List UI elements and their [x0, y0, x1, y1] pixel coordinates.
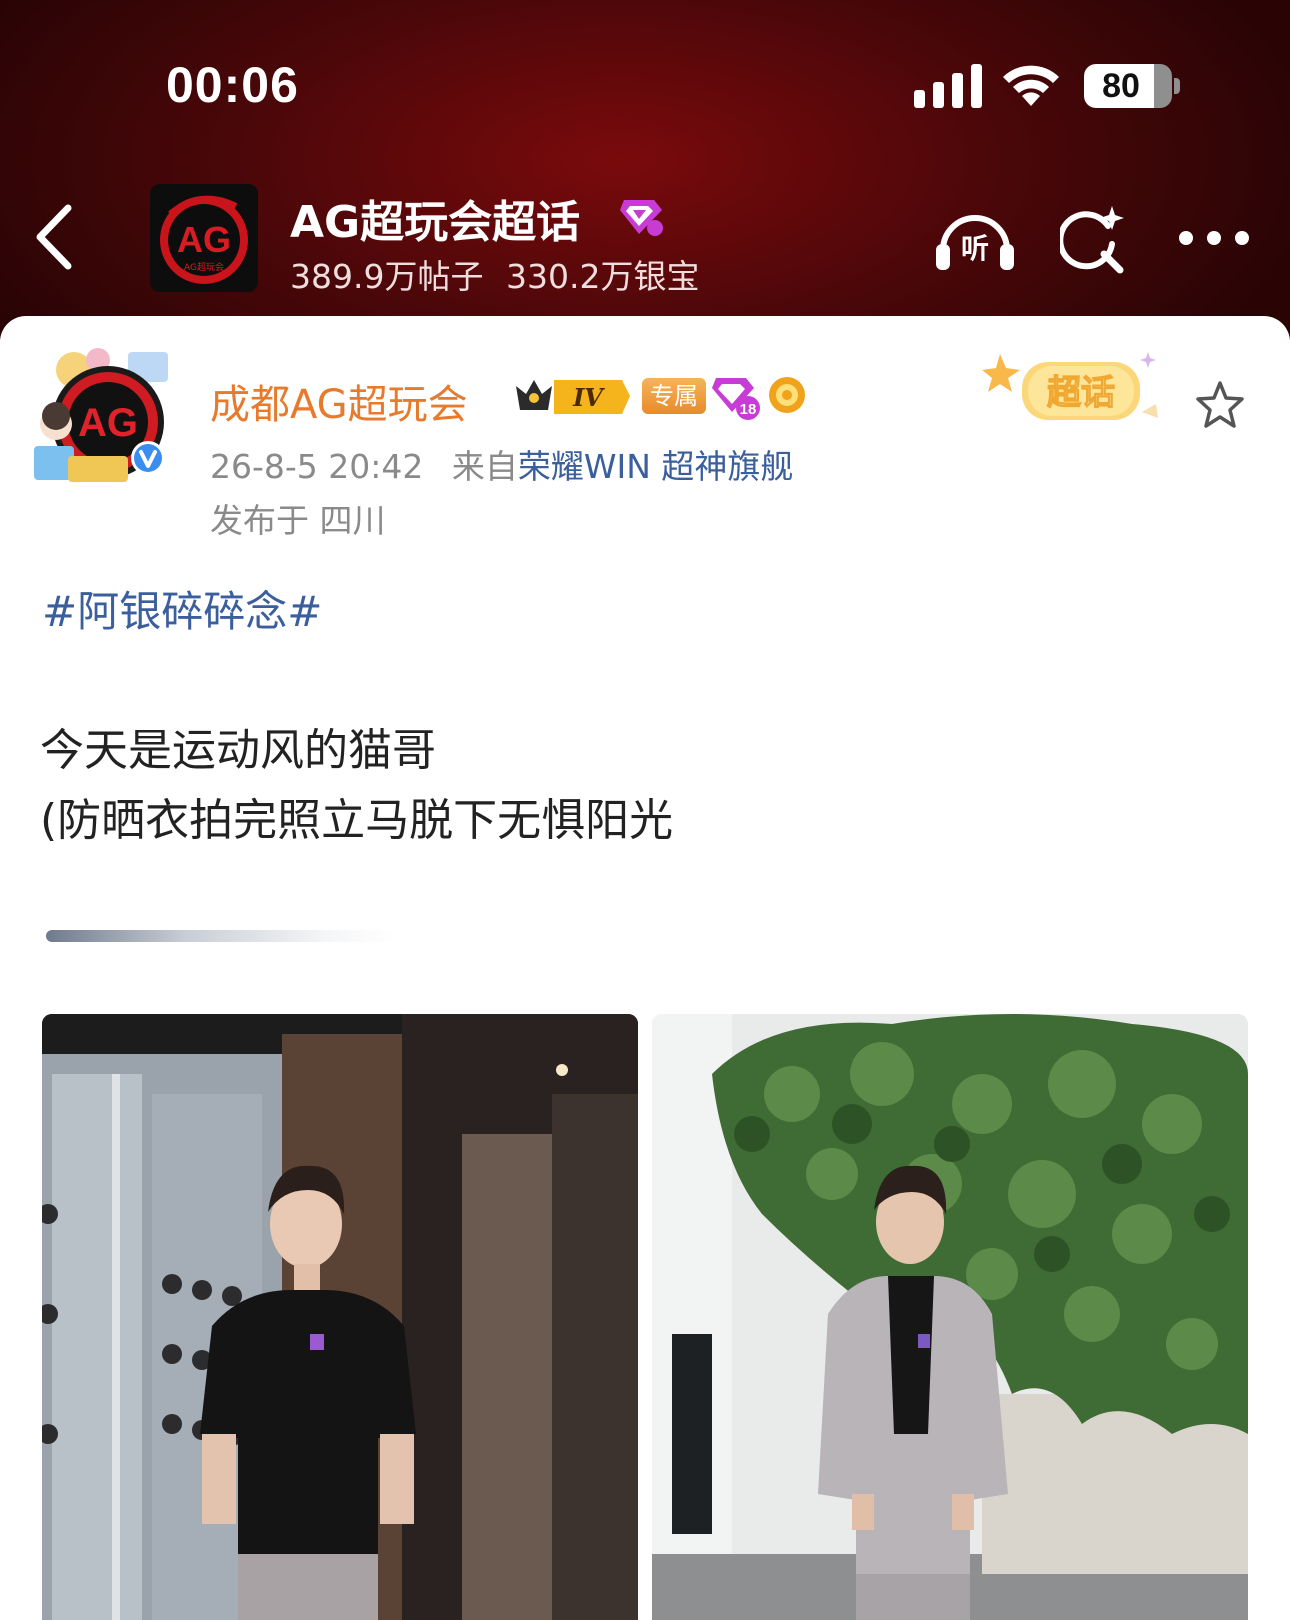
post-image-1[interactable] — [42, 1014, 638, 1620]
star-icon[interactable] — [1194, 380, 1246, 430]
listen-button[interactable]: 听 — [934, 206, 1016, 272]
svg-text:AG: AG — [78, 401, 138, 445]
cellular-signal-icon — [914, 64, 982, 108]
ai-search-icon[interactable] — [1060, 204, 1126, 274]
source-link[interactable]: 荣耀WIN 超神旗舰 — [518, 447, 794, 486]
ag-logo-icon: AG AG超玩会 — [150, 184, 258, 292]
topic-avatar[interactable]: AG AG超玩会 — [150, 184, 258, 292]
back-button[interactable] — [30, 200, 80, 274]
post-hashtag[interactable]: #阿银碎碎念# — [42, 578, 322, 639]
listen-label: 听 — [961, 232, 989, 265]
crown-level-text: IV — [572, 383, 605, 412]
exclusive-badge: 专属 — [642, 378, 706, 414]
topic-title[interactable]: AG超玩会超话 — [290, 186, 580, 250]
verified-icon — [131, 441, 165, 475]
battery-percentage: 80 — [1102, 67, 1140, 105]
gem-18-badge-icon: 18 — [712, 378, 760, 420]
gem-level-icon — [620, 200, 663, 236]
sun-badge-icon — [769, 377, 805, 413]
post-count: 389.9万帖子 — [290, 257, 484, 296]
source-prefix: 来自 — [451, 447, 518, 486]
topic-stats: 389.9万帖子 330.2万银宝 — [290, 250, 699, 298]
post-text-line: (防晒衣拍完照立马脱下无惧阳光 — [40, 795, 674, 846]
post-timestamp: 26-8-5 20:42 来自荣耀WIN 超神旗舰 — [210, 440, 793, 488]
photo-indoor — [42, 1014, 638, 1620]
post-image-2[interactable] — [652, 1014, 1248, 1620]
wifi-icon — [1003, 65, 1059, 106]
avatar-logo-subtext: AG超玩会 — [184, 261, 224, 273]
supertopic-sticker[interactable]: 超话 — [982, 348, 1162, 430]
avatar-logo-text: AG — [177, 219, 231, 260]
crown-level-badge-icon: IV — [516, 380, 630, 414]
status-time: 00:06 — [166, 57, 299, 113]
sticker-label: 超话 — [1047, 373, 1115, 413]
post-text-line: 今天是运动风的猫哥 — [40, 725, 436, 776]
more-icon[interactable] — [1178, 226, 1250, 250]
silver-count: 330.2万银宝 — [505, 257, 700, 296]
author-avatar[interactable]: AG — [34, 346, 180, 486]
author-name[interactable]: 成都AG超玩会 — [210, 372, 468, 430]
gem-level-text: 18 — [740, 401, 757, 418]
decorative-divider — [46, 930, 396, 942]
battery-tip — [1174, 78, 1180, 94]
timestamp-text: 26-8-5 20:42 — [210, 447, 424, 486]
battery-indicator: 80 — [1084, 64, 1172, 108]
topic-header: 00:06 80 AG AG超玩会 AG超玩会超话 389.9万帖子 330.2… — [0, 0, 1290, 340]
post-location: 发布于 四川 — [210, 501, 386, 540]
photo-outdoor — [652, 1014, 1248, 1620]
